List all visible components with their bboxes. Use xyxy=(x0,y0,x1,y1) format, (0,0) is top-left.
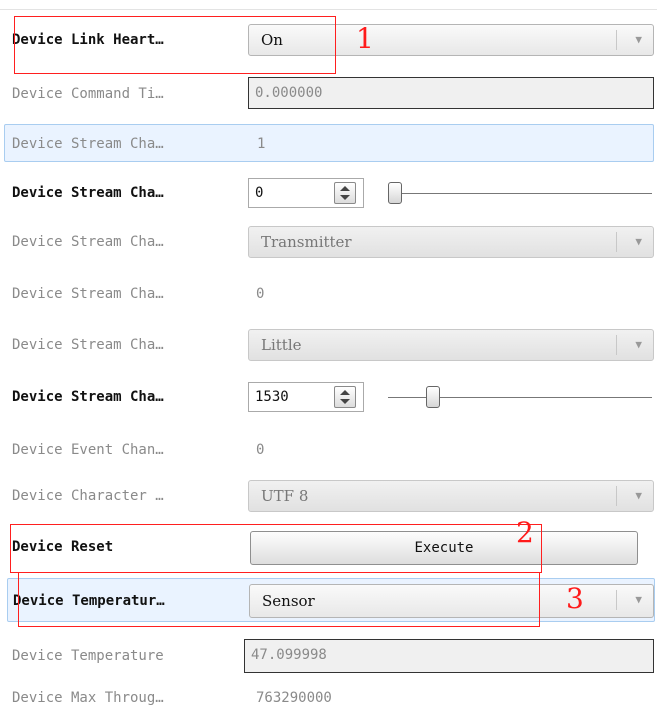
stream-count-value: 1 xyxy=(257,136,266,152)
row-temperature: Device Temperature 47.099998 xyxy=(0,636,657,676)
row-character-set: Device Character … UTF 8 ▼ xyxy=(0,476,657,516)
max-throughput-value: 763290000 xyxy=(256,690,332,706)
annotation-box-2 xyxy=(10,524,542,573)
combo-separator xyxy=(616,590,617,610)
annotation-box-1 xyxy=(14,16,336,74)
annotation-number-2: 2 xyxy=(516,516,534,549)
stream-selector-slider-track xyxy=(388,193,652,194)
stream-link-value: 0 xyxy=(256,286,265,302)
row-stream-link: Device Stream Cha… 0 xyxy=(0,274,657,314)
row-stream-type: Device Stream Cha… Transmitter ▼ xyxy=(0,222,657,262)
annotation-number-1: 1 xyxy=(356,22,374,55)
annotation-number-3: 3 xyxy=(566,582,584,615)
stream-type-combobox[interactable]: Transmitter ▼ xyxy=(248,226,654,258)
stream-packet-size-slider-thumb[interactable] xyxy=(426,386,440,408)
stream-type-label: Device Stream Cha… xyxy=(12,234,164,250)
arrow-up-icon xyxy=(340,186,350,191)
event-channel-label: Device Event Chan… xyxy=(12,442,164,458)
stream-selector-slider-thumb[interactable] xyxy=(388,182,402,204)
chevron-down-icon[interactable]: ▼ xyxy=(635,592,642,608)
stream-packet-size-value: 1530 xyxy=(255,389,289,405)
command-timeout-field[interactable]: 0.000000 xyxy=(248,77,654,109)
stream-link-label: Device Stream Cha… xyxy=(12,286,164,302)
chevron-down-icon[interactable]: ▼ xyxy=(635,337,642,353)
arrow-down-icon xyxy=(340,399,350,404)
row-stream-packet-size: Device Stream Cha… 1530 xyxy=(0,377,657,417)
row-stream-count[interactable]: Device Stream Cha… 1 xyxy=(4,124,654,162)
character-set-value: UTF 8 xyxy=(261,487,309,505)
command-timeout-label: Device Command Ti… xyxy=(12,86,164,102)
row-stream-endianness: Device Stream Cha… Little ▼ xyxy=(0,325,657,365)
arrow-up-icon xyxy=(340,390,350,395)
stream-selector-spinner[interactable] xyxy=(334,182,356,204)
row-max-throughput: Device Max Throug… 763290000 xyxy=(0,685,657,711)
row-stream-selector: Device Stream Cha… 0 xyxy=(0,173,657,213)
command-timeout-value: 0.000000 xyxy=(255,85,323,101)
stream-packet-size-spinner[interactable] xyxy=(334,386,356,408)
stream-type-value: Transmitter xyxy=(261,233,352,251)
stream-packet-size-label: Device Stream Cha… xyxy=(12,389,164,405)
stream-endianness-combobox[interactable]: Little ▼ xyxy=(248,329,654,361)
chevron-down-icon[interactable]: ▼ xyxy=(635,488,642,504)
chevron-down-icon[interactable]: ▼ xyxy=(635,32,642,48)
stream-count-label: Device Stream Cha… xyxy=(12,136,164,152)
stream-selector-label: Device Stream Cha… xyxy=(12,185,164,201)
temperature-field[interactable]: 47.099998 xyxy=(244,639,654,673)
row-event-channel: Device Event Chan… 0 xyxy=(0,430,657,470)
stream-endianness-value: Little xyxy=(261,336,302,354)
temperature-value: 47.099998 xyxy=(251,647,327,663)
combo-separator xyxy=(616,486,617,506)
character-set-label: Device Character … xyxy=(12,488,164,504)
temperature-label: Device Temperature xyxy=(12,648,164,664)
combo-separator xyxy=(616,232,617,252)
stream-endianness-label: Device Stream Cha… xyxy=(12,337,164,353)
top-divider xyxy=(0,9,657,10)
event-channel-value: 0 xyxy=(256,442,265,458)
row-command-timeout: Device Command Ti… 0.000000 xyxy=(0,74,657,114)
arrow-down-icon xyxy=(340,195,350,200)
stream-selector-value: 0 xyxy=(255,185,264,201)
annotation-box-3 xyxy=(18,572,540,627)
combo-separator xyxy=(616,30,617,50)
chevron-down-icon[interactable]: ▼ xyxy=(635,234,642,250)
character-set-combobox[interactable]: UTF 8 ▼ xyxy=(248,480,654,512)
max-throughput-label: Device Max Throug… xyxy=(12,690,164,706)
combo-separator xyxy=(616,335,617,355)
